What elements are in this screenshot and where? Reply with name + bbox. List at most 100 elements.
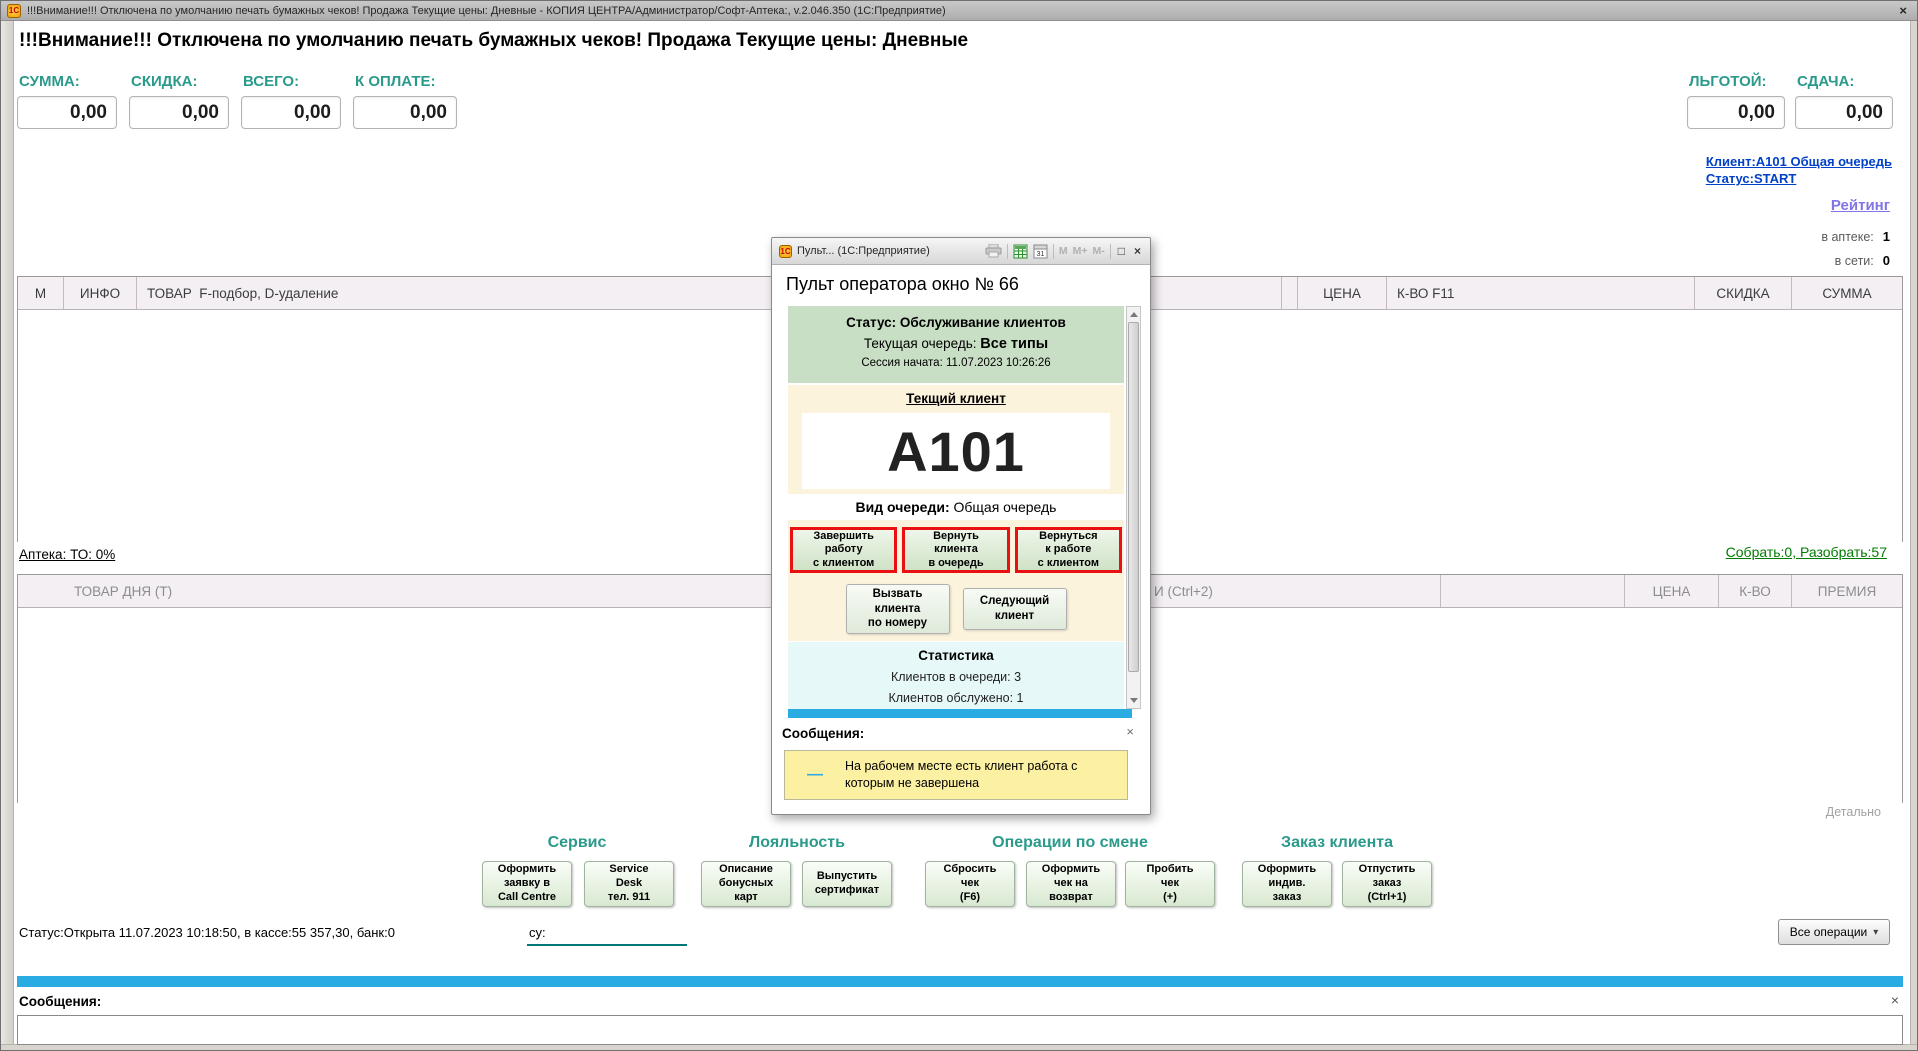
- column-header-price2: ЦЕНА: [1625, 575, 1719, 607]
- queue-type-line: Вид очереди: Общая очередь: [788, 494, 1124, 520]
- warning-message-text: На рабочем месте есть клиент работа с ко…: [845, 758, 1107, 793]
- section-title-order: Заказ клиента: [1281, 834, 1393, 852]
- column-header-premium: ПРЕМИЯ: [1792, 575, 1902, 607]
- resume-client-button[interactable]: Вернуться к работе с клиентом: [1015, 527, 1122, 573]
- total-label: ВСЕГО:: [243, 73, 299, 90]
- app-window: 1С !!!Внимание!!! Отключена по умолчанию…: [0, 0, 1918, 1051]
- warning-message-box: — На рабочем месте есть клиент работа с …: [784, 750, 1128, 800]
- su-field[interactable]: [527, 944, 687, 946]
- detail-label: Детально: [1826, 805, 1881, 819]
- session-start-label: Сессия начата:: [861, 357, 942, 369]
- current-client-panel: Текщий клиент A101 Вид очереди: Общая оч…: [788, 385, 1124, 641]
- section-title-service: Сервис: [548, 834, 607, 852]
- rating-link[interactable]: Рейтинг: [1831, 197, 1890, 214]
- in-network-value: 0: [1883, 253, 1890, 268]
- in-pharmacy-value: 1: [1883, 229, 1890, 244]
- current-queue-label: Текущая очередь:: [864, 336, 977, 351]
- session-start-line: Сессия начата: 11.07.2023 10:26:26: [788, 357, 1124, 369]
- print-icon[interactable]: [985, 244, 1002, 258]
- dialog-vertical-scrollbar[interactable]: [1126, 306, 1141, 709]
- calendar-icon[interactable]: 31: [1033, 244, 1048, 259]
- release-order-button[interactable]: Отпустить заказ (Ctrl+1): [1342, 861, 1432, 907]
- collect-orders-link[interactable]: Собрать:0, Разобрать:57: [1726, 544, 1887, 560]
- change-label: СДАЧА:: [1797, 73, 1854, 90]
- column-header-sum: СУММА: [1792, 277, 1902, 309]
- queue-action-row: Вызвать клиента по номеру Следующий клие…: [788, 584, 1124, 634]
- dialog-title: Пульт... (1С:Предприятие): [797, 245, 980, 257]
- maximize-icon[interactable]: □: [1116, 244, 1127, 258]
- current-client-header: Текщий клиент: [788, 385, 1124, 406]
- dialog-messages-label: Сообщения:: [782, 726, 864, 741]
- window-right-edge: [1910, 21, 1917, 1050]
- next-client-button[interactable]: Следующий клиент: [963, 588, 1067, 630]
- change-field[interactable]: 0,00: [1795, 96, 1893, 129]
- scroll-down-icon[interactable]: [1127, 694, 1140, 707]
- all-operations-label: Все операции: [1790, 925, 1867, 939]
- session-start-value: 11.07.2023 10:26:26: [946, 357, 1051, 369]
- current-queue-line: Текущая очередь: Все типы: [788, 336, 1124, 352]
- statistics-panel: Статистика Клиентов в очереди: 3 Клиенто…: [788, 642, 1124, 709]
- finish-client-button[interactable]: Завершить работу с клиентом: [790, 527, 897, 573]
- column-header-m: М: [18, 277, 64, 309]
- to-pay-field[interactable]: 0,00: [353, 96, 457, 129]
- in-network-counter: в сети:0: [1835, 253, 1890, 268]
- section-title-shift: Операции по смене: [992, 834, 1148, 852]
- return-receipt-button[interactable]: Оформить чек на возврат: [1026, 861, 1116, 907]
- issue-certificate-button[interactable]: Выпустить сертификат: [802, 861, 892, 907]
- chevron-down-icon: ▾: [1873, 927, 1878, 938]
- 1c-logo-icon: 1С: [7, 4, 21, 18]
- 1c-logo-icon: 1С: [779, 245, 792, 258]
- to-pay-label: К ОПЛАТЕ:: [355, 73, 436, 90]
- punch-receipt-button[interactable]: Пробить чек (+): [1125, 861, 1215, 907]
- column-header-qty: К-ВО F11: [1387, 277, 1695, 309]
- scroll-up-icon[interactable]: [1127, 308, 1140, 321]
- all-operations-button[interactable]: Все операции ▾: [1778, 919, 1890, 945]
- operator-console-dialog: 1С Пульт... (1С:Предприятие): [771, 237, 1151, 815]
- memory-button[interactable]: M: [1059, 245, 1068, 257]
- close-icon[interactable]: ×: [1132, 244, 1143, 258]
- individual-order-button[interactable]: Оформить индив. заказ: [1242, 861, 1332, 907]
- in-pharmacy-counter: в аптеке: 1: [1821, 229, 1890, 244]
- operator-status-text: Статус: Обслуживание клиентов: [788, 315, 1124, 330]
- total-field[interactable]: 0,00: [241, 96, 341, 129]
- service-desk-button[interactable]: Service Desk тел. 911: [584, 861, 674, 907]
- window-left-edge: [1, 21, 14, 1050]
- call-by-number-button[interactable]: Вызвать клиента по номеру: [846, 584, 950, 634]
- pharmacy-to-link[interactable]: Аптека: ТО: 0%: [19, 547, 115, 562]
- window-titlebar: 1С !!!Внимание!!! Отключена по умолчанию…: [1, 1, 1917, 21]
- horizontal-scrollbar[interactable]: [17, 976, 1903, 987]
- status-link[interactable]: Статус:START: [1706, 170, 1892, 187]
- scrollbar-thumb[interactable]: [1128, 322, 1139, 672]
- current-queue-value: Все типы: [980, 336, 1048, 352]
- column-header-spacer: [1282, 277, 1298, 309]
- close-icon[interactable]: ×: [1895, 3, 1911, 18]
- toolbar-separator: [1053, 244, 1054, 259]
- column-header-discount: СКИДКА: [1695, 277, 1792, 309]
- sum-field[interactable]: 0,00: [17, 96, 117, 129]
- discount-field[interactable]: 0,00: [129, 96, 229, 129]
- client-number: A101: [887, 419, 1025, 484]
- memory-minus-button[interactable]: M-: [1092, 245, 1104, 257]
- messages-close-icon[interactable]: ×: [1891, 992, 1899, 1008]
- window-title: !!!Внимание!!! Отключена по умолчанию пе…: [27, 5, 1889, 17]
- privilege-label: ЛЬГОТОЙ:: [1689, 73, 1767, 90]
- bonus-cards-button[interactable]: Описание бонусных карт: [701, 861, 791, 907]
- client-action-row: Завершить работу с клиентом Вернуть клие…: [790, 527, 1122, 573]
- messages-input[interactable]: [17, 1015, 1903, 1045]
- memory-plus-button[interactable]: M+: [1073, 245, 1088, 257]
- call-centre-button[interactable]: Оформить заявку в Call Centre: [482, 861, 572, 907]
- return-client-button[interactable]: Вернуть клиента в очередь: [902, 527, 1009, 573]
- client-link[interactable]: Клиент:A101 Общая очередь: [1706, 153, 1892, 170]
- queue-type-value: Общая очередь: [954, 499, 1057, 515]
- dialog-horizontal-scrollbar[interactable]: [788, 709, 1132, 718]
- dialog-messages-close-icon[interactable]: ×: [1126, 724, 1134, 739]
- in-pharmacy-label: в аптеке:: [1821, 230, 1873, 244]
- dialog-titlebar: 1С Пульт... (1С:Предприятие): [772, 238, 1150, 265]
- calculator-icon[interactable]: [1013, 244, 1028, 259]
- clients-served: Клиентов обслужено: 1: [788, 691, 1124, 705]
- column-header-qty2: К-ВО: [1719, 575, 1792, 607]
- reset-receipt-button[interactable]: Сбросить чек (F6): [925, 861, 1015, 907]
- column-header-spacer2: [1441, 575, 1625, 607]
- statistics-title: Статистика: [788, 642, 1124, 663]
- privilege-field[interactable]: 0,00: [1687, 96, 1785, 129]
